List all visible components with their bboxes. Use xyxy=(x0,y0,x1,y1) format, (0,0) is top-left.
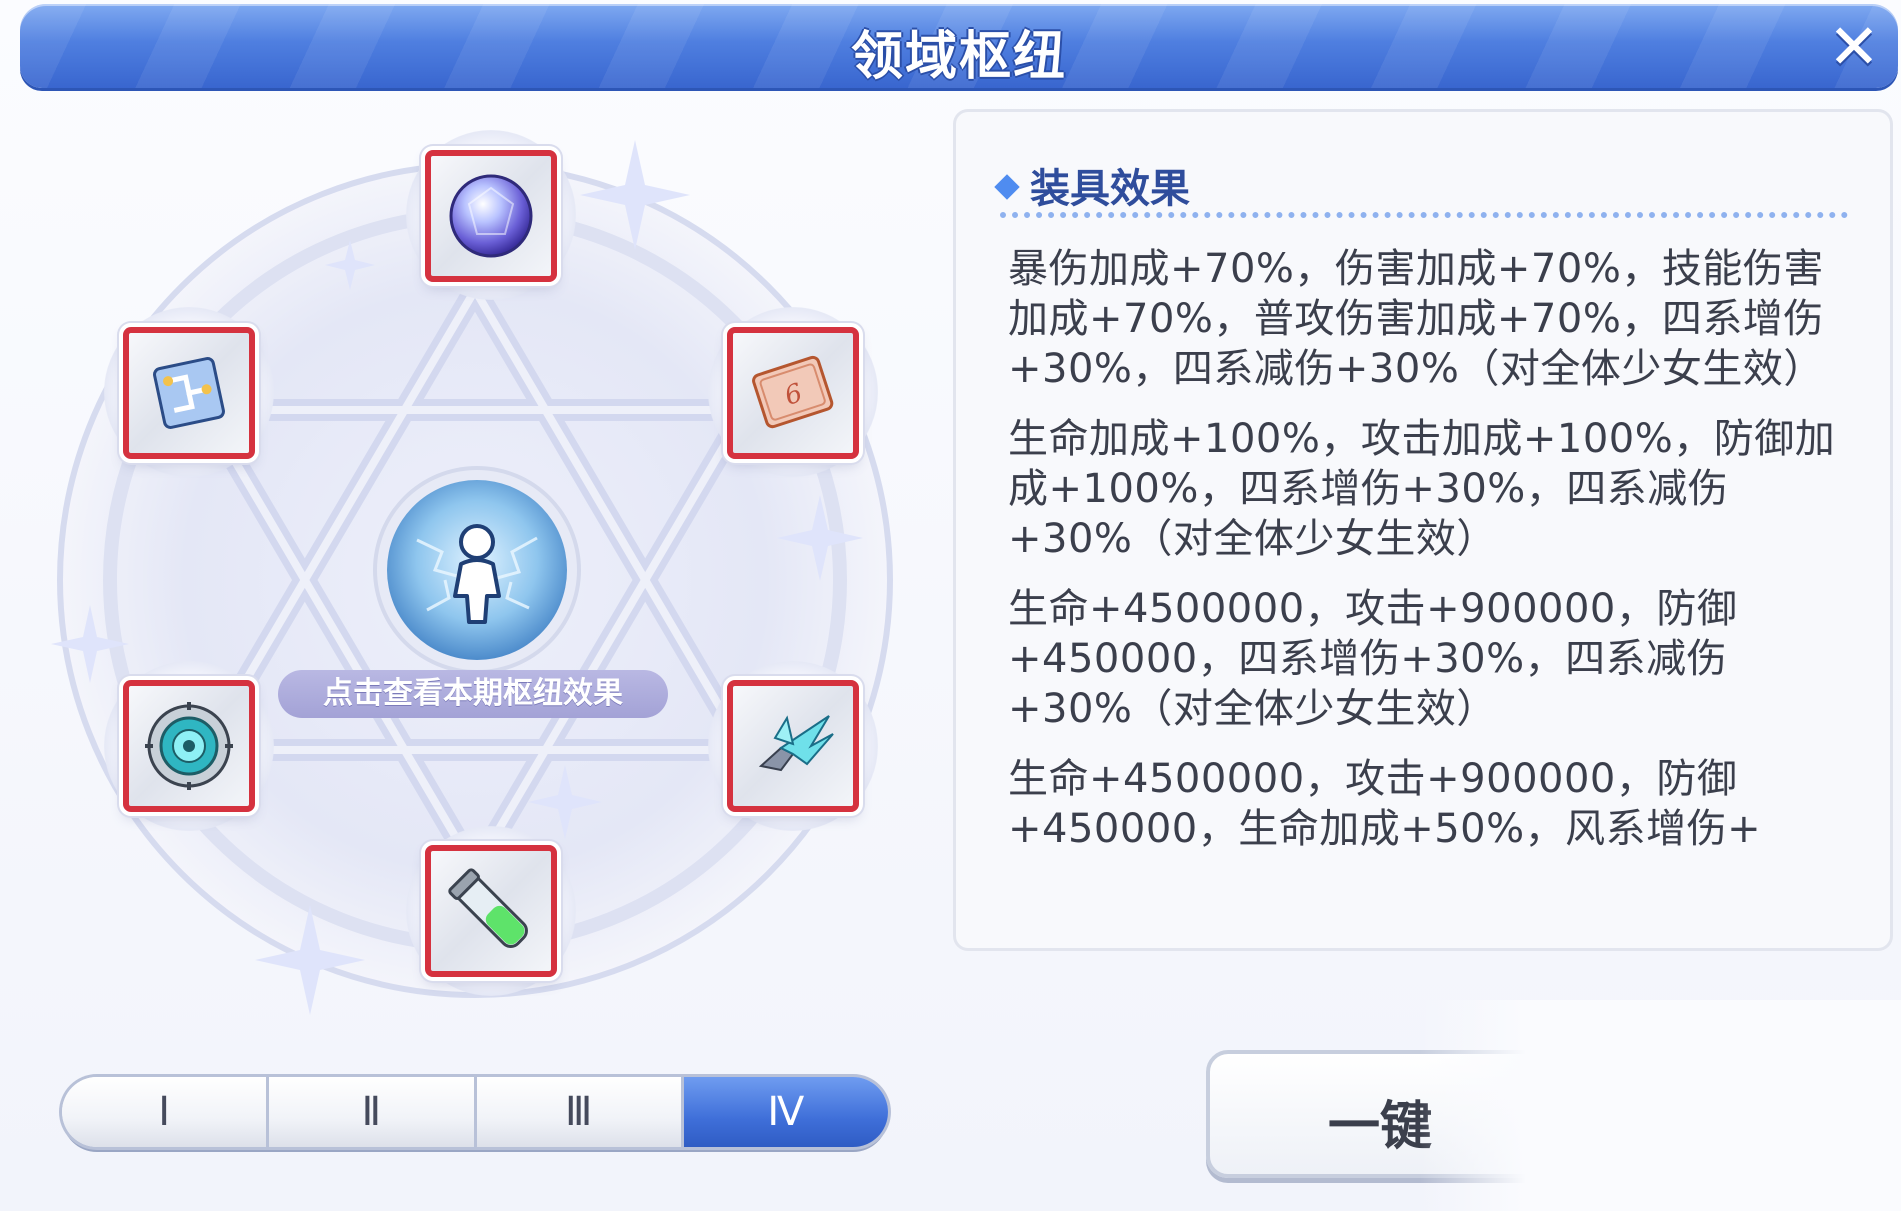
effect-item-4: 生命+4500000，攻击+900000，防御+450000，生命加成+50%，… xyxy=(1008,756,1762,852)
crystal-orb-icon xyxy=(449,174,533,258)
tab-tier-2[interactable]: Ⅱ xyxy=(269,1077,477,1147)
equipment-slot-top[interactable] xyxy=(425,150,557,282)
dice-card-icon: 6 xyxy=(752,355,834,429)
dotted-divider xyxy=(1000,212,1848,218)
diamond-icon xyxy=(994,174,1020,200)
hub-circle: 6 点击查看本期枢纽效果 xyxy=(40,110,920,1040)
tab-tier-1[interactable]: Ⅰ xyxy=(62,1077,270,1147)
tier-tabs: Ⅰ Ⅱ Ⅲ Ⅳ xyxy=(62,1077,888,1147)
title-bar: 领域枢纽 ✕ xyxy=(20,4,1898,88)
equipment-effect-panel: 装具效果 暴伤加成+70%，伤害加成+70%，技能伤害加成+70%，普攻伤害加成… xyxy=(956,112,1890,948)
close-button[interactable]: ✕ xyxy=(1824,16,1884,78)
effect-item-2: 生命加成+100%，攻击加成+100%，防御加成+100%，四系增伤+30%，四… xyxy=(1008,416,1836,562)
effect-header-label: 装具效果 xyxy=(1030,166,1190,212)
energy-figure-icon xyxy=(416,524,538,624)
dialog-title: 领域枢纽 xyxy=(850,27,1067,87)
effect-list: 暴伤加成+70%，伤害加成+70%，技能伤害加成+70%，普攻伤害加成+70%，… xyxy=(1008,244,1846,874)
equipment-slot-upper-right[interactable]: 6 xyxy=(727,327,859,459)
view-hub-effect-button[interactable]: 点击查看本期枢纽效果 xyxy=(278,670,668,718)
close-icon: ✕ xyxy=(1828,10,1880,83)
one-key-label: 一键 xyxy=(1328,1097,1433,1157)
equipment-slot-lower-left[interactable] xyxy=(123,680,255,812)
green-vial-icon xyxy=(448,868,528,948)
one-key-button[interactable]: 一键 xyxy=(1206,1050,1626,1178)
crystal-wing-icon xyxy=(758,715,834,772)
tab-tier-4[interactable]: Ⅳ xyxy=(683,1077,888,1147)
equipment-slot-bottom[interactable] xyxy=(425,845,557,977)
hub-center-emblem[interactable] xyxy=(387,480,567,660)
circuit-chip-icon xyxy=(153,357,225,429)
effect-item-1: 暴伤加成+70%，伤害加成+70%，技能伤害加成+70%，普攻伤害加成+70%，… xyxy=(1008,246,1824,392)
gear-core-icon xyxy=(145,702,233,790)
domain-hub-dialog: 领域枢纽 ✕ 6 点击查看本期枢纽效果 Ⅰ Ⅱ Ⅲ Ⅳ 装具效果 暴伤加成+70… xyxy=(0,0,1901,1211)
effect-header: 装具效果 xyxy=(994,156,1190,214)
equipment-slot-upper-left[interactable] xyxy=(123,327,255,459)
effect-item-3: 生命+4500000，攻击+900000，防御+450000，四系增伤+30%，… xyxy=(1008,586,1738,732)
tab-tier-3[interactable]: Ⅲ xyxy=(476,1077,684,1147)
equipment-slot-lower-right[interactable] xyxy=(727,680,859,812)
